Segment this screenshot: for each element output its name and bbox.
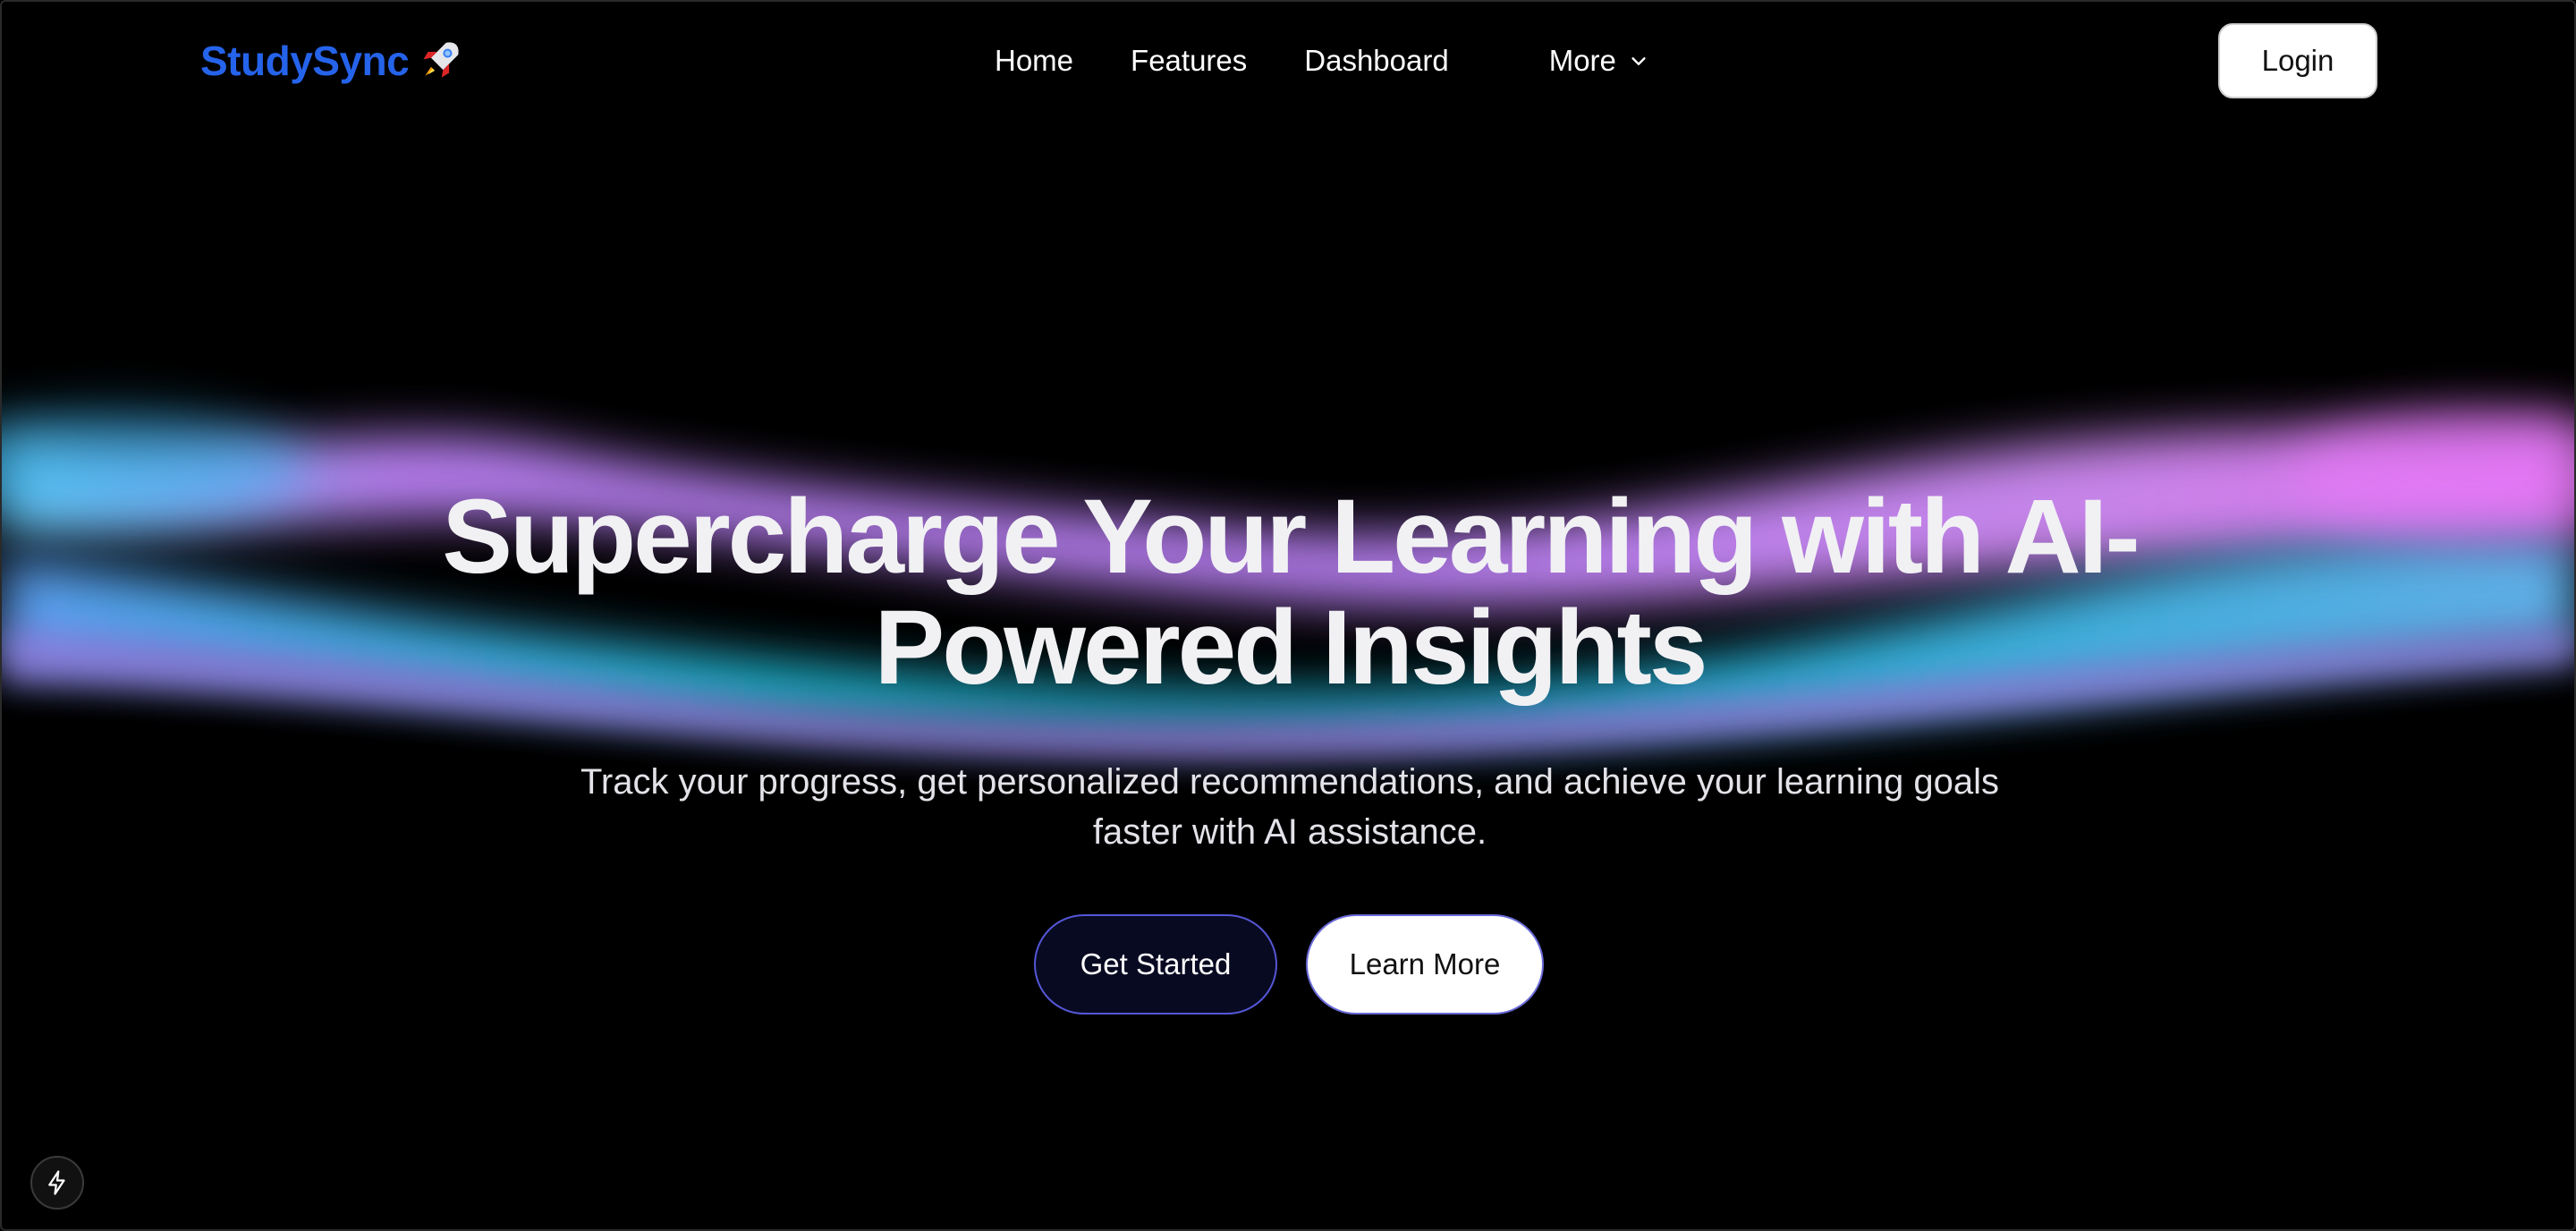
- hero-subtitle: Track your progress, get personalized re…: [580, 762, 2000, 852]
- brand-name: StudySync: [200, 38, 410, 84]
- lightning-icon: [48, 1170, 65, 1195]
- nav-more-dropdown[interactable]: More: [1549, 44, 1648, 78]
- nav-home-link[interactable]: Home: [995, 44, 1073, 78]
- learn-more-button[interactable]: Learn More: [1306, 914, 1544, 1015]
- hero-title: Supercharge Your Learning with AI-Powere…: [442, 478, 2140, 707]
- chevron-down-icon: [1631, 57, 1646, 65]
- page: StudySync Home Features Dashboard More L…: [0, 0, 2576, 1231]
- brand-logo-link[interactable]: StudySync: [200, 34, 464, 88]
- nav-more-label: More: [1548, 44, 1616, 77]
- login-button[interactable]: Login: [2218, 23, 2377, 98]
- nav-dashboard-link[interactable]: Dashboard: [1304, 44, 1448, 78]
- top-navbar: StudySync Home Features Dashboard More L…: [2, 2, 2574, 120]
- main-nav: Home Features Dashboard More: [995, 36, 1648, 86]
- get-started-button[interactable]: Get Started: [1034, 914, 1277, 1015]
- dev-tools-badge-button[interactable]: [30, 1156, 84, 1210]
- nav-features-link[interactable]: Features: [1131, 44, 1247, 78]
- rocket-icon: [423, 42, 459, 78]
